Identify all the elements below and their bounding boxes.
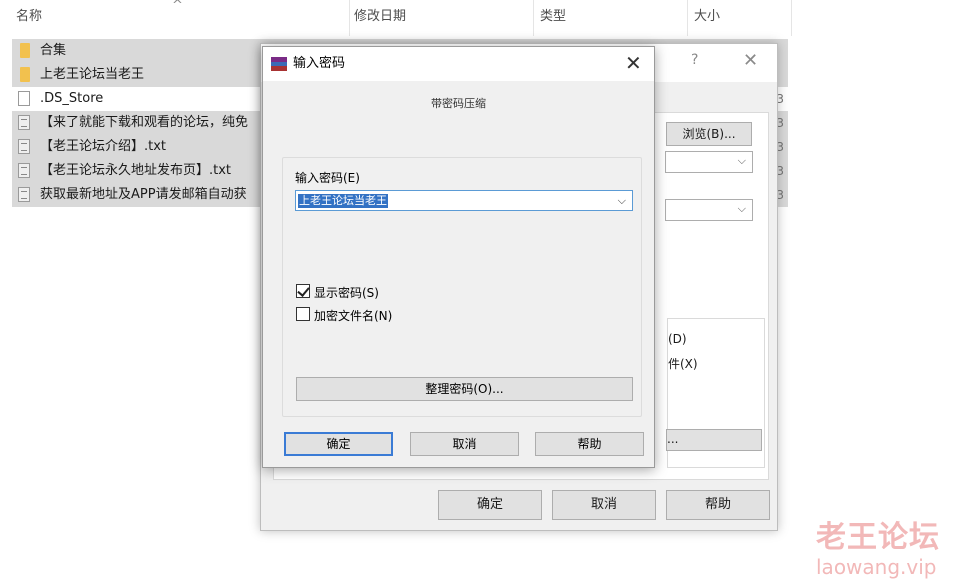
- update-mode-combo[interactable]: ⌵: [665, 199, 753, 221]
- text-file-icon: [18, 163, 30, 178]
- watermark-cn: 老王论坛: [816, 520, 940, 555]
- winrar-app-icon: [271, 57, 287, 71]
- option-d-label[interactable]: (D): [668, 332, 687, 346]
- file-list-header: 名称 ^ 修改日期 类型 大小: [0, 0, 792, 36]
- help-button[interactable]: 帮助: [535, 432, 644, 456]
- chevron-down-icon: ⌵: [737, 154, 746, 167]
- archive-name-combo[interactable]: ⌵: [665, 151, 753, 173]
- chevron-down-icon[interactable]: ⌵: [618, 194, 626, 208]
- close-icon[interactable]: ✕: [625, 51, 642, 75]
- file-name: 上老王论坛当老王: [40, 67, 145, 82]
- file-name: 合集: [40, 43, 67, 58]
- folder-icon: [20, 67, 30, 82]
- dialog-title: 输入密码: [293, 56, 346, 71]
- chevron-down-icon: ⌵: [737, 202, 746, 215]
- help-button[interactable]: 帮助: [666, 490, 770, 520]
- ellipsis-button[interactable]: ...: [666, 429, 762, 451]
- text-file-icon: [18, 115, 30, 130]
- ok-button[interactable]: 确定: [284, 432, 393, 456]
- file-icon: [18, 91, 30, 106]
- cancel-button[interactable]: 取消: [552, 490, 656, 520]
- browse-button[interactable]: 浏览(B)...: [666, 122, 752, 146]
- watermark-url: laowang.vip: [816, 555, 937, 579]
- file-name: 【来了就能下载和观看的论坛，纯免: [40, 115, 249, 130]
- cancel-button[interactable]: 取消: [410, 432, 519, 456]
- text-file-icon: [18, 187, 30, 202]
- file-name: 【老王论坛永久地址发布页】.txt: [40, 163, 232, 178]
- password-value: 上老王论坛当老王: [298, 194, 388, 208]
- file-name: 获取最新地址及APP请发邮箱自动获: [40, 187, 247, 202]
- column-modified-date[interactable]: 修改日期: [350, 0, 534, 36]
- password-field-label: 输入密码(E): [295, 171, 360, 185]
- option-x-label[interactable]: 件(X): [668, 355, 698, 372]
- folder-icon: [20, 43, 30, 58]
- column-type[interactable]: 类型: [536, 0, 688, 36]
- close-icon[interactable]: ✕: [743, 50, 758, 71]
- sort-ascending-icon: ^: [172, 0, 183, 13]
- enter-password-dialog: 输入密码 ✕ 带密码压缩 输入密码(E) 上老王论坛当老王 ⌵ 显示密码(S) …: [262, 46, 655, 468]
- dialog-titlebar: 输入密码 ✕: [263, 47, 654, 81]
- show-password-label[interactable]: 显示密码(S): [314, 284, 379, 301]
- text-file-icon: [18, 139, 30, 154]
- help-icon[interactable]: ?: [691, 52, 698, 68]
- file-name: 【老王论坛介绍】.txt: [40, 139, 167, 154]
- show-password-checkbox[interactable]: [296, 284, 310, 298]
- encrypt-filenames-label[interactable]: 加密文件名(N): [314, 307, 392, 324]
- ok-button[interactable]: 确定: [438, 490, 542, 520]
- file-name: .DS_Store: [40, 91, 104, 106]
- password-input[interactable]: 上老王论坛当老王 ⌵: [295, 190, 633, 211]
- organize-passwords-button[interactable]: 整理密码(O)...: [296, 377, 633, 401]
- encrypt-filenames-checkbox[interactable]: [296, 307, 310, 321]
- dialog-subtitle: 带密码压缩: [431, 97, 486, 110]
- column-size[interactable]: 大小: [690, 0, 792, 36]
